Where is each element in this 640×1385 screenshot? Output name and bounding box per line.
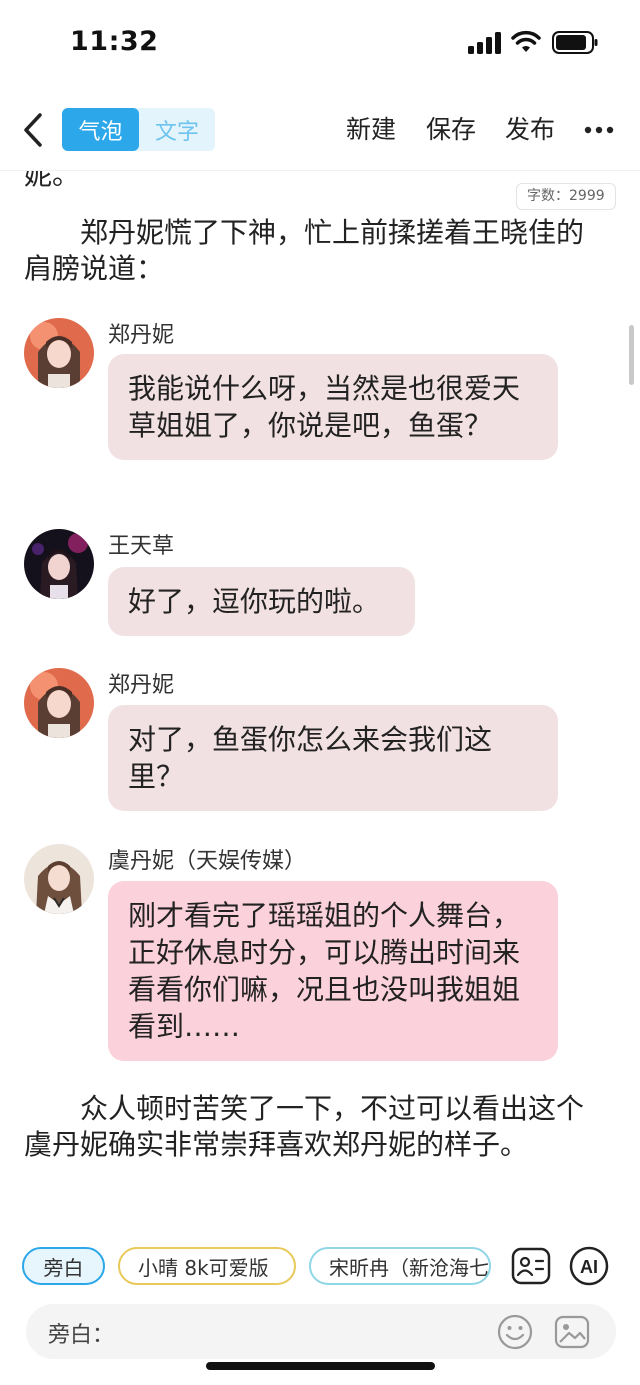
- word-count-badge: 字数：2999: [516, 183, 616, 210]
- story-paragraph: 众人顿时苦笑了一下，不过可以看出这个虞丹妮确实非常崇拜喜欢郑丹妮的样子。: [24, 1092, 585, 1161]
- role-chip[interactable]: 宋昕冉（新沧海七: [309, 1247, 491, 1285]
- battery-icon: [552, 31, 598, 54]
- story-paragraph: 郑丹妮慌了下神，忙上前揉搓着王晓佳的肩膀说道：: [24, 216, 585, 285]
- bottom-toolbar: 旁白 小晴 8k可爱版 宋昕冉（新沧海七 AI 旁白：: [0, 1222, 640, 1385]
- home-indicator: [206, 1362, 435, 1370]
- svg-text:AI: AI: [580, 1257, 598, 1277]
- speaker-name: 郑丹妮: [108, 323, 175, 348]
- status-bar: 11:32: [0, 0, 640, 88]
- chat-bubble[interactable]: 对了，鱼蛋你怎么来会我们这里？: [108, 705, 558, 811]
- role-card-icon[interactable]: [510, 1245, 552, 1287]
- avatar[interactable]: [24, 529, 94, 599]
- cellular-signal-icon: [468, 32, 501, 54]
- role-chip[interactable]: 小晴 8k可爱版: [118, 1247, 296, 1285]
- message-input[interactable]: 旁白：: [26, 1304, 616, 1359]
- speaker-name: 王天草: [108, 534, 175, 559]
- scrollbar[interactable]: [629, 325, 634, 385]
- ai-assistant-icon[interactable]: AI: [568, 1245, 610, 1287]
- speaker-name: 虞丹妮（天娱传媒）: [108, 849, 307, 874]
- more-options-icon[interactable]: [584, 126, 614, 134]
- back-arrow-icon[interactable]: [18, 110, 48, 150]
- avatar[interactable]: [24, 318, 94, 388]
- publish-button[interactable]: 发布: [505, 110, 555, 146]
- chat-bubble-highlighted[interactable]: 刚才看完了瑶瑶姐的个人舞台，正好休息时分，可以腾出时间来看看你们嘛，况且也没叫我…: [108, 881, 558, 1061]
- chat-bubble[interactable]: 好了，逗你玩的啦。: [108, 567, 415, 636]
- avatar[interactable]: [24, 668, 94, 738]
- input-role-label: 旁白：: [48, 1323, 115, 1348]
- status-time: 11:32: [70, 26, 159, 57]
- wifi-icon: [511, 30, 541, 52]
- mode-bubble-tab[interactable]: 气泡: [62, 108, 139, 151]
- image-icon[interactable]: [553, 1313, 591, 1351]
- story-content[interactable]: 妮。 字数：2999 郑丹妮慌了下神，忙上前揉搓着王晓佳的肩膀说道： 郑丹妮 我…: [0, 171, 640, 1222]
- emoji-icon[interactable]: [496, 1313, 534, 1351]
- mode-toggle: 气泡 文字: [62, 108, 215, 151]
- save-button[interactable]: 保存: [426, 110, 476, 146]
- new-button[interactable]: 新建: [346, 110, 396, 146]
- speaker-name: 郑丹妮: [108, 673, 175, 698]
- chat-bubble[interactable]: 我能说什么呀，当然是也很爱天草姐姐了，你说是吧，鱼蛋？: [108, 354, 558, 460]
- top-nav-bar: 气泡 文字 新建 保存 发布: [0, 100, 640, 160]
- avatar[interactable]: [24, 844, 94, 914]
- role-chip-narration[interactable]: 旁白: [22, 1247, 105, 1285]
- mode-text-tab[interactable]: 文字: [139, 108, 215, 151]
